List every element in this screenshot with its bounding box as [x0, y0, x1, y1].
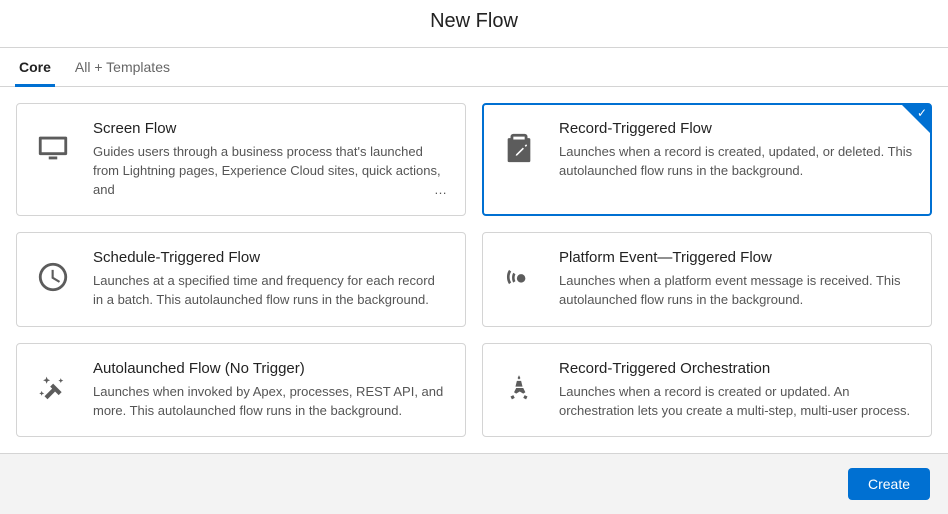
clipboard-edit-icon	[497, 126, 541, 170]
card-schedule-triggered-flow[interactable]: Schedule-Triggered Flow Launches at a sp…	[16, 232, 466, 327]
tab-core[interactable]: Core	[15, 49, 55, 87]
card-title: Schedule-Triggered Flow	[93, 249, 447, 266]
card-description: Launches at a specified time and frequen…	[93, 272, 447, 310]
orchestration-icon	[497, 366, 541, 410]
card-autolaunched-flow[interactable]: Autolaunched Flow (No Trigger) Launches …	[16, 343, 466, 438]
tab-bar: Core All + Templates	[0, 48, 948, 87]
card-title: Record-Triggered Orchestration	[559, 360, 913, 377]
monitor-icon	[31, 126, 75, 170]
card-platform-event-flow[interactable]: Platform Event—Triggered Flow Launches w…	[482, 232, 932, 327]
dialog-title: New Flow	[0, 10, 948, 33]
card-title: Autolaunched Flow (No Trigger)	[93, 360, 447, 377]
card-description: Launches when invoked by Apex, processes…	[93, 383, 447, 421]
card-title: Platform Event—Triggered Flow	[559, 249, 913, 266]
flow-type-list: Screen Flow Guides users through a busin…	[0, 87, 948, 453]
clock-icon	[31, 255, 75, 299]
card-description: Launches when a platform event message i…	[559, 272, 913, 310]
create-button[interactable]: Create	[848, 468, 930, 500]
tab-all-templates[interactable]: All + Templates	[71, 49, 174, 87]
card-record-triggered-flow[interactable]: ✓ Record-Triggered Flow Launches when a …	[482, 103, 932, 216]
dialog-header: New Flow	[0, 0, 948, 48]
check-icon: ✓	[917, 107, 927, 119]
card-description: Launches when a record is created, updat…	[559, 143, 913, 181]
ellipsis-icon: …	[428, 181, 447, 199]
broadcast-icon	[497, 255, 541, 299]
magic-wand-icon	[31, 366, 75, 410]
card-title: Record-Triggered Flow	[559, 120, 913, 137]
card-screen-flow[interactable]: Screen Flow Guides users through a busin…	[16, 103, 466, 216]
card-description: Launches when a record is created or upd…	[559, 383, 913, 421]
card-record-triggered-orchestration[interactable]: Record-Triggered Orchestration Launches …	[482, 343, 932, 438]
card-title: Screen Flow	[93, 120, 447, 137]
dialog-footer: Create	[0, 453, 948, 514]
card-description: Guides users through a business process …	[93, 143, 447, 199]
